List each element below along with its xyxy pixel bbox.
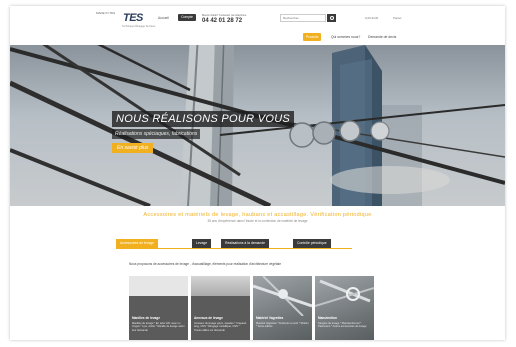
site-logo[interactable]: TES bbox=[123, 12, 143, 24]
card-title: Manutention bbox=[318, 316, 337, 320]
card-description: Sangles de levage * Manutentionnel * Pal… bbox=[318, 322, 367, 329]
search-input[interactable] bbox=[280, 14, 326, 22]
browser-frame: MADE IN TES TES Techniques Élingage Serv… bbox=[10, 6, 505, 340]
header-tagline: MADE IN TES bbox=[96, 11, 116, 15]
card-title: Manilles de levage bbox=[132, 316, 160, 320]
search-button[interactable] bbox=[327, 14, 336, 22]
cart-link[interactable]: Panier bbox=[393, 16, 402, 20]
nav-item-qui-sommes-nous[interactable]: Qui sommes nous? bbox=[331, 35, 360, 39]
nav-item-produits[interactable]: Produits bbox=[303, 33, 322, 41]
tab-controle[interactable]: Contrôle périodique bbox=[293, 239, 331, 248]
section-subtitle: 35 ans d'expérience dans l'étude et la c… bbox=[207, 219, 308, 223]
card-title: Matériel Vagrettes bbox=[256, 316, 284, 320]
main-nav: Produits Qui sommes nous? Demande de dev… bbox=[10, 30, 505, 45]
product-card[interactable]: Matériel Vagrettes Matériel Vagrettes * … bbox=[253, 276, 312, 340]
site-header: MADE IN TES TES Techniques Élingage Serv… bbox=[10, 6, 505, 30]
nav-item-devis[interactable]: Demande de devis bbox=[368, 35, 396, 39]
product-card[interactable]: Anneaux de levage Anneaux de levage pylo… bbox=[191, 276, 250, 340]
hero-banner: NOUS RÉALISONS POUR VOUS Réalisations sp… bbox=[10, 45, 505, 206]
account-button[interactable]: Compte bbox=[178, 14, 196, 21]
card-description: Manilles de levage * En acier HR, avec o… bbox=[132, 322, 185, 332]
card-image bbox=[191, 276, 250, 296]
product-card[interactable]: Manilles de levage Manilles de levage * … bbox=[129, 276, 188, 340]
tab-realisations[interactable]: Réalisations à la demande bbox=[221, 239, 269, 248]
product-card[interactable]: Manutention Sangles de levage * Manutent… bbox=[315, 276, 374, 340]
card-description: Matériel Vagrettes * Embouts à sertir * … bbox=[256, 322, 309, 329]
section-title: Accessoires et matériels de levage, haub… bbox=[143, 212, 372, 218]
hero-cta-button[interactable]: En savoir plus bbox=[112, 143, 154, 153]
tab-levage[interactable]: Levage bbox=[192, 239, 212, 248]
tab-underline bbox=[116, 248, 352, 249]
hero-subtitle: Réalisations spéciaques, fabrications bbox=[112, 129, 201, 139]
cart-total[interactable]: 0,00 EUR bbox=[365, 16, 378, 20]
card-title: Anneaux de levage bbox=[194, 316, 223, 320]
hero-title: NOUS RÉALISONS POUR VOUS bbox=[112, 111, 295, 127]
card-photo-hooks bbox=[315, 279, 374, 307]
tab-accessoires[interactable]: Accessoires de levage bbox=[116, 239, 158, 248]
card-description: Anneaux de levage pylon, épaules * Crapa… bbox=[194, 322, 247, 332]
phone-number[interactable]: 04 42 01 28 72 bbox=[202, 18, 242, 24]
section-intro: Nous proposons de accessoires de levage … bbox=[129, 262, 282, 266]
card-image bbox=[129, 276, 188, 296]
phone-label: Besoin d'aide? Contactez par téléphone bbox=[202, 14, 247, 17]
card-photo-cables bbox=[253, 276, 312, 316]
home-link[interactable]: Accueil bbox=[158, 16, 169, 20]
logo-subtitle: Techniques Élingage Services bbox=[122, 25, 156, 28]
